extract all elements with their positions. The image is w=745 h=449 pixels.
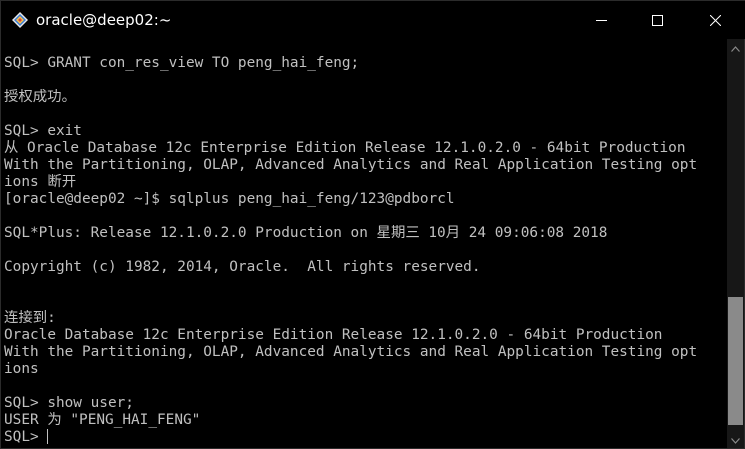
terminal-line: ions xyxy=(4,361,39,377)
terminal-line: Oracle Database 12c Enterprise Edition R… xyxy=(4,327,663,343)
terminal-line: With the Partitioning, OLAP, Advanced An… xyxy=(4,157,698,173)
terminal-line: SQL> show user; xyxy=(4,395,134,411)
scroll-thumb[interactable] xyxy=(728,297,743,425)
terminal-prompt-line[interactable]: SQL> xyxy=(4,429,724,446)
close-icon xyxy=(709,14,721,26)
minimize-button[interactable] xyxy=(578,1,624,39)
terminal-line: SQL*Plus: Release 12.1.0.2.0 Production … xyxy=(4,225,608,241)
terminal-line: SQL> GRANT con_res_view TO peng_hai_feng… xyxy=(4,55,360,71)
terminal-line: 从 Oracle Database 12c Enterprise Edition… xyxy=(4,140,686,156)
chevron-up-icon xyxy=(731,39,740,57)
maximize-button[interactable] xyxy=(634,1,680,39)
maximize-icon xyxy=(651,14,663,26)
terminal-line: [oracle@deep02 ~]$ sqlplus peng_hai_feng… xyxy=(4,191,455,207)
terminal-line: 授权成功。 xyxy=(4,89,76,105)
terminal-line: SQL> exit xyxy=(4,123,82,139)
putty-terminal-icon[interactable] xyxy=(11,11,29,29)
terminal-line: 连接到: xyxy=(4,310,56,326)
chevron-down-icon xyxy=(731,431,740,449)
terminal-output[interactable]: SQL> GRANT con_res_view TO peng_hai_feng… xyxy=(4,55,724,447)
close-button[interactable] xyxy=(692,1,738,39)
window-title: oracle@deep02:~ xyxy=(36,11,172,29)
scroll-up-button[interactable] xyxy=(727,39,744,56)
title-bar[interactable]: oracle@deep02:~ xyxy=(1,1,745,39)
terminal-window: oracle@deep02:~ SQL> GRANT con_res_view … xyxy=(0,0,745,449)
minimize-icon xyxy=(595,15,607,26)
terminal-line: USER 为 "PENG_HAI_FENG" xyxy=(4,412,201,428)
terminal-line: Copyright (c) 1982, 2014, Oracle. All ri… xyxy=(4,259,481,275)
text-cursor xyxy=(47,429,49,444)
vertical-scrollbar[interactable] xyxy=(727,39,744,448)
prompt-text: SQL> xyxy=(4,429,48,445)
terminal-line: With the Partitioning, OLAP, Advanced An… xyxy=(4,344,698,360)
scroll-down-button[interactable] xyxy=(727,431,744,448)
terminal-line: ions 断开 xyxy=(4,174,77,190)
